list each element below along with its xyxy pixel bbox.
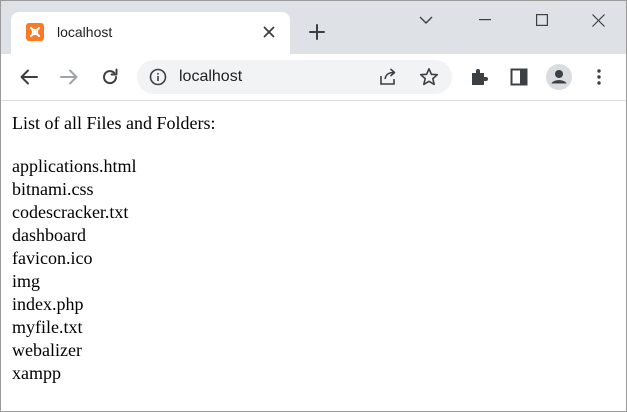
list-item: codescracker.txt (12, 202, 129, 222)
list-item: xampp (12, 363, 61, 383)
arrow-right-icon (60, 69, 78, 85)
tab-strip: localhost (1, 1, 626, 54)
back-button[interactable] (13, 61, 45, 93)
chevron-down-icon (419, 16, 433, 24)
side-panel-button[interactable] (503, 61, 535, 93)
window-close-button[interactable] (569, 1, 626, 39)
tab-title: localhost (57, 24, 113, 40)
page-content: List of all Files and Folders: applicati… (1, 101, 626, 411)
list-item: dashboard (12, 225, 86, 245)
list-item: bitnami.css (12, 179, 94, 199)
bookmark-star-icon[interactable] (418, 66, 440, 88)
maximize-button[interactable] (513, 1, 571, 39)
reload-button[interactable] (94, 61, 126, 93)
plus-icon (309, 24, 325, 40)
puzzle-icon (472, 69, 488, 85)
list-item: myfile.txt (12, 317, 83, 337)
list-item: favicon.ico (12, 248, 93, 268)
close-icon (591, 13, 605, 27)
tab-search-button[interactable] (397, 1, 455, 39)
new-tab-button[interactable] (304, 19, 330, 45)
list-item: img (12, 271, 41, 291)
xampp-icon (26, 23, 44, 41)
reload-icon (103, 68, 118, 85)
list-item: applications.html (12, 156, 137, 176)
arrow-left-icon (20, 69, 38, 85)
tab-localhost[interactable]: localhost (11, 12, 290, 54)
browser-window: localhost localhost List of all Files an… (0, 0, 627, 412)
info-icon[interactable] (149, 68, 167, 86)
url-text: localhost (179, 68, 243, 85)
browser-toolbar: localhost (1, 54, 626, 101)
close-icon (263, 26, 275, 38)
list-item: index.php (12, 294, 84, 314)
maximize-icon (536, 14, 548, 26)
kebab-menu-icon (597, 69, 601, 85)
file-list: applications.html bitnami.css codescrack… (12, 155, 136, 385)
menu-button[interactable] (583, 61, 615, 93)
profile-button[interactable] (543, 61, 575, 93)
side-panel-icon (510, 68, 528, 86)
forward-button[interactable] (53, 61, 85, 93)
avatar-icon (546, 64, 572, 90)
extensions-button[interactable] (463, 61, 495, 93)
minimize-icon (479, 19, 491, 21)
share-icon[interactable] (377, 66, 399, 88)
list-item: webalizer (12, 340, 82, 360)
minimize-button[interactable] (456, 1, 514, 39)
page-heading: List of all Files and Folders: (12, 113, 216, 133)
address-bar[interactable]: localhost (137, 60, 452, 94)
tab-close-button[interactable] (258, 21, 280, 43)
